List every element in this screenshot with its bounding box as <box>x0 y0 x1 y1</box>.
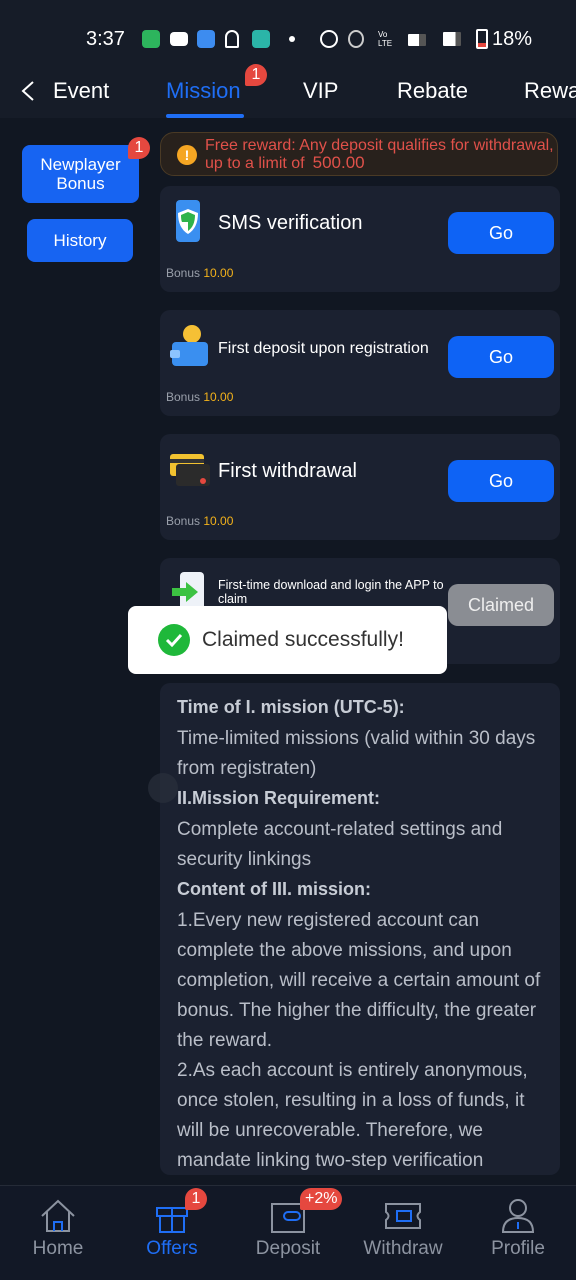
free-reward-notice: ! Free reward: Any deposit qualifies for… <box>160 132 558 176</box>
first-deposit-go-button[interactable]: Go <box>448 336 554 378</box>
sidebar-item-newplayer-bonus[interactable]: Newplayer Bonus <box>22 145 139 203</box>
check-circle-icon <box>158 624 190 656</box>
top-tabs: Event Mission 1 VIP Rebate Rewa <box>0 60 576 118</box>
mission-card-sms: SMS verification Bonus 10.00 Go <box>160 186 560 292</box>
app-icon <box>197 30 215 48</box>
back-chevron-icon[interactable] <box>18 80 40 102</box>
profile-icon <box>501 1199 535 1233</box>
toast-message: Claimed successfully! <box>202 628 404 651</box>
nav-withdraw[interactable]: Withdraw <box>353 1198 453 1260</box>
rules-heading: II.Mission Requirement: <box>177 788 381 808</box>
messages-icon <box>142 30 160 48</box>
notice-text: Free reward: Any deposit qualifies for w… <box>205 137 554 172</box>
app-claimed-button[interactable]: Claimed <box>448 584 554 626</box>
mission-rules-panel: Time of I. mission (UTC-5): Time-limited… <box>160 683 560 1175</box>
status-time: 3:37 <box>86 28 125 50</box>
volte-icon: Vo LTE <box>378 30 393 48</box>
nav-home[interactable]: Home <box>8 1198 108 1260</box>
floating-assistive-dot[interactable] <box>148 773 178 803</box>
mission-bonus: Bonus 10.00 <box>166 266 234 280</box>
rules-heading: Time of I. mission (UTC-5): <box>177 697 405 717</box>
mission-title: SMS verification <box>218 212 363 234</box>
wallet-coin-icon <box>170 325 208 366</box>
youtube-icon <box>170 32 188 46</box>
battery-level: 18% <box>491 28 532 50</box>
withdraw-ticket-icon <box>385 1203 421 1229</box>
mission-bonus: Bonus 10.00 <box>166 390 234 404</box>
battery-icon <box>476 29 488 49</box>
mission-title: First-time download and login the APP to… <box>218 578 444 606</box>
mission-bonus: Bonus 10.00 <box>166 514 234 528</box>
tab-vip[interactable]: VIP <box>303 78 338 104</box>
deposit-bonus-badge: +2% <box>300 1188 343 1210</box>
rules-paragraph: Time-limited missions (valid within 30 d… <box>177 728 536 779</box>
success-toast: Claimed successfully! <box>128 606 447 674</box>
warning-icon: ! <box>177 145 197 165</box>
rules-paragraph: 2.As each account is entirely anonymous,… <box>177 1060 528 1171</box>
home-icon <box>41 1199 75 1232</box>
bell-icon <box>225 30 239 48</box>
active-tab-indicator <box>166 114 244 118</box>
newplayer-badge: 1 <box>128 137 150 159</box>
notice-amount: 500.00 <box>312 153 365 172</box>
nav-profile[interactable]: Profile <box>468 1198 568 1260</box>
tab-rewards[interactable]: Rewa <box>524 78 576 104</box>
first-withdrawal-go-button[interactable]: Go <box>448 460 554 502</box>
rules-paragraph: 1.Every new registered account can compl… <box>177 910 541 1051</box>
bottom-nav: Home Offers 1 Deposit +2% Withdraw Profi… <box>0 1185 576 1280</box>
chat-icon <box>252 30 270 48</box>
mission-title: First withdrawal <box>218 460 357 482</box>
nav-offers[interactable]: Offers <box>122 1198 222 1260</box>
signal-icon <box>408 34 426 46</box>
offers-badge: 1 <box>185 1188 207 1210</box>
dot-icon <box>289 36 295 42</box>
shield-phone-icon <box>176 200 200 242</box>
sms-go-button[interactable]: Go <box>448 212 554 254</box>
rules-heading: Content of III. mission: <box>177 879 371 899</box>
tab-rebate[interactable]: Rebate <box>397 78 468 104</box>
mission-title: First deposit upon registration <box>218 340 429 357</box>
mission-card-first-withdrawal: First withdrawal Bonus 10.00 Go <box>160 434 560 540</box>
mission-badge: 1 <box>245 64 267 86</box>
tab-mission[interactable]: Mission <box>166 78 241 104</box>
tab-event[interactable]: Event <box>53 78 109 104</box>
mission-card-first-deposit: First deposit upon registration Bonus 10… <box>160 310 560 416</box>
signal-4g-icon <box>443 32 461 46</box>
alarm-icon <box>320 30 338 48</box>
rules-paragraph: Complete account-related settings and se… <box>177 819 503 870</box>
sidebar-item-history[interactable]: History <box>27 219 133 262</box>
mute-icon <box>348 30 364 48</box>
cards-icon <box>170 454 210 486</box>
